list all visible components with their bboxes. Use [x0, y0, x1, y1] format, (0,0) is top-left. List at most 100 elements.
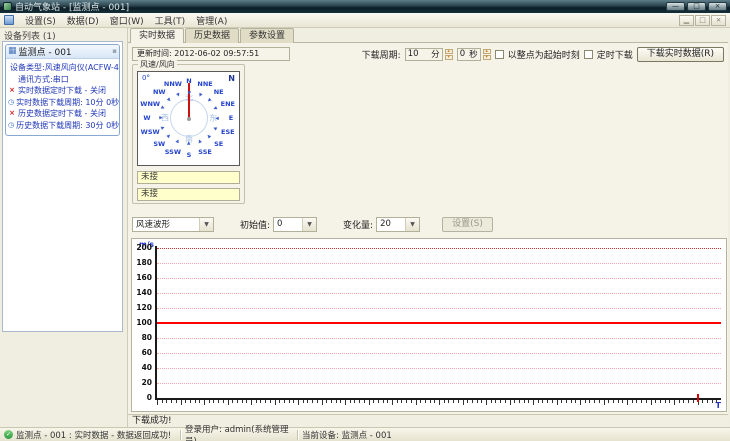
menu-window[interactable]: 窗口(W)	[110, 14, 144, 27]
seconds-stepper[interactable]	[482, 48, 491, 60]
status-message: 监测点 - 001 : 实时数据 - 数据返回成功!	[16, 430, 172, 441]
compass-arrow-icon: ▸	[205, 96, 214, 105]
compass-arrow-icon: ▸	[159, 113, 163, 122]
x-tick	[298, 400, 299, 405]
device-card-header[interactable]: 监测点 - 001	[6, 45, 119, 59]
tab-strip: 实时数据 历史数据 参数设置	[130, 28, 295, 43]
align-start-checkbox[interactable]	[494, 49, 504, 59]
x-tick	[594, 400, 596, 403]
compass-dir-ne: NE	[213, 87, 224, 96]
x-tick	[645, 400, 647, 403]
menu-settings[interactable]: 设置(S)	[25, 14, 56, 27]
realtime-toolbar: 更新时间: 2012-06-02 09:57:51 下载周期: 10 分 0 秒	[132, 46, 724, 62]
x-tick	[420, 400, 422, 403]
seconds-input[interactable]: 0 秒	[456, 47, 481, 61]
x-tick	[584, 400, 586, 403]
app-icon	[3, 2, 12, 11]
compass-arrow-icon: ▸	[204, 131, 213, 141]
mdi-close-button[interactable]: ×	[711, 14, 726, 26]
x-tick	[185, 400, 187, 403]
x-tick	[448, 400, 450, 403]
tab-parameter-settings[interactable]: 参数设置	[240, 28, 295, 43]
x-tick	[678, 400, 680, 403]
spin-up-icon[interactable]	[444, 48, 453, 54]
device-card[interactable]: 监测点 - 001 设备类型:风速风向仪(ACFW-4) 通讯方式:串口 实时数…	[5, 44, 120, 136]
initial-value-select[interactable]: 0	[273, 216, 318, 232]
compass-dir-n: N	[186, 77, 192, 85]
spin-down-icon[interactable]	[444, 54, 453, 60]
time-marker	[697, 394, 700, 402]
x-tick	[283, 400, 285, 403]
delta-select[interactable]: 20	[376, 216, 421, 232]
tab-realtime-data[interactable]: 实时数据	[130, 28, 185, 43]
minutes-stepper[interactable]	[444, 48, 453, 60]
close-button[interactable]: ×	[708, 2, 727, 11]
minimize-button[interactable]: —	[666, 2, 685, 11]
statusbar: 监测点 - 001 : 实时数据 - 数据返回成功! 登录用户: admin(系…	[0, 425, 730, 441]
x-tick	[354, 400, 356, 403]
compass-dir-ssw: SSW	[164, 148, 182, 157]
y-tick-label: 60	[141, 348, 152, 357]
pin-icon[interactable]	[112, 48, 117, 55]
x-tick	[641, 400, 643, 403]
menu-tools[interactable]: 工具(T)	[155, 14, 186, 27]
minutes-input[interactable]: 10 分	[404, 47, 443, 61]
timed-download-checkbox[interactable]	[583, 49, 593, 59]
mdi-restore-button[interactable]: □	[695, 14, 710, 26]
menu-manage[interactable]: 管理(A)	[196, 14, 227, 27]
waveform-select[interactable]: 风速波形	[132, 216, 214, 232]
wind-groupbox: 风速/风向 0° N 北 南 西 东 N▸NNE▸NE▸ENE▸E▸ESE▸SE…	[132, 59, 245, 204]
download-realtime-button[interactable]: 下载实时数据(R)	[636, 46, 724, 62]
update-time-label: 更新时间:	[137, 49, 172, 58]
device-item-label: 历史数据下载周期: 30分 0秒	[16, 120, 119, 130]
x-tick	[232, 400, 234, 403]
x-tick	[711, 400, 713, 403]
x-tick	[556, 400, 558, 405]
x-tick	[345, 400, 346, 405]
gridline-top	[157, 248, 721, 249]
gridline	[157, 308, 721, 309]
x-tick	[293, 400, 295, 403]
device-grid-icon	[8, 47, 17, 56]
x-tick	[194, 400, 196, 403]
compass-dir-wnw: WNW	[140, 99, 161, 108]
x-tick	[655, 400, 657, 403]
menu-data[interactable]: 数据(D)	[67, 14, 99, 27]
x-tick	[716, 400, 718, 403]
x-tick	[274, 400, 276, 405]
period-label: 下载周期:	[361, 50, 401, 61]
x-tick	[631, 400, 633, 403]
set-button[interactable]: 设置(S)	[442, 216, 493, 232]
minutes-value: 10	[407, 49, 419, 59]
gridline	[157, 293, 721, 294]
compass-dir-sse: SSE	[198, 148, 212, 157]
x-tick	[335, 400, 337, 403]
mdi-minimize-button[interactable]: ▁	[679, 14, 694, 26]
compass-center-dot	[187, 117, 191, 121]
x-icon	[8, 108, 16, 120]
x-tick	[307, 400, 309, 403]
device-comm-line: 通讯方式:串口	[18, 74, 69, 84]
maximize-button[interactable]: □	[687, 2, 706, 11]
spin-down-icon[interactable]	[482, 54, 491, 60]
x-tick	[326, 400, 328, 403]
x-tick	[674, 400, 675, 405]
delta-value: 20	[380, 219, 391, 229]
tab-history-data[interactable]: 历史数据	[185, 28, 240, 43]
x-tick	[373, 400, 375, 403]
x-tick	[382, 400, 384, 403]
x-tick	[490, 400, 492, 403]
timed-download-label: 定时下载	[596, 50, 633, 61]
x-tick	[551, 400, 553, 403]
spin-up-icon[interactable]	[482, 48, 491, 54]
x-tick	[396, 400, 398, 403]
wind-direction-field: 未接	[137, 188, 240, 201]
align-start-label: 以整点为起始时刻	[507, 50, 580, 61]
x-tick	[312, 400, 314, 403]
x-tick	[528, 400, 530, 403]
device-item-label: 实时数据定时下载 - 关闭	[18, 86, 106, 95]
x-tick	[241, 400, 243, 403]
device-list-header: 设备列表 (1)	[4, 32, 56, 42]
chart-plot: m/s T 0 20 40 60 80 100 120 140 160 180 200	[132, 239, 726, 411]
compass-arrow-icon: ▸	[164, 131, 173, 140]
